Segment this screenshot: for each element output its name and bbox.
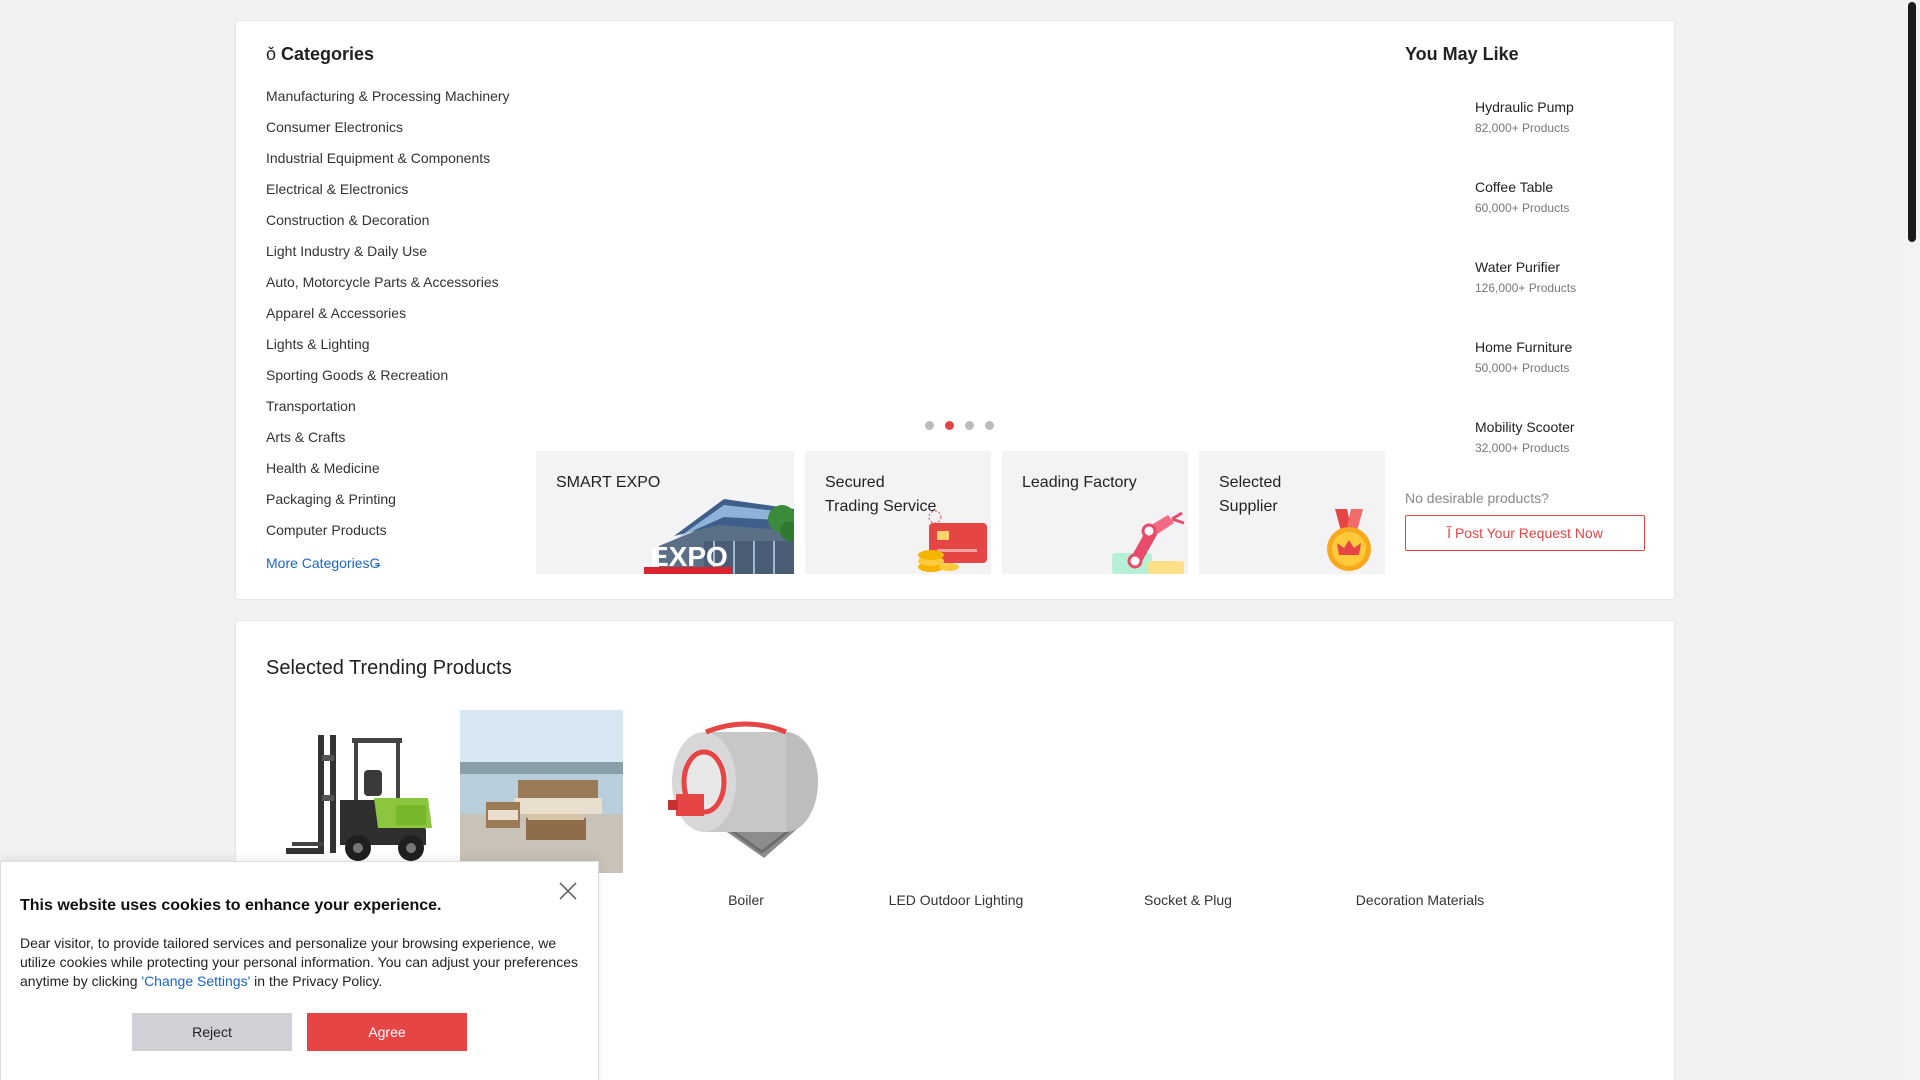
page-scrollbar[interactable]	[1904, 0, 1920, 1080]
recommend-item-coffee-table[interactable]: Coffee Table 60,000+ Products	[1405, 171, 1645, 231]
category-item[interactable]: Light Industry & Daily Use	[266, 243, 510, 274]
category-item[interactable]: Arts & Crafts	[266, 429, 510, 460]
recommend-name: Water Purifier	[1475, 259, 1561, 275]
more-categories-link[interactable]: More CategoriesǤ	[266, 555, 380, 571]
cookie-body-suffix: in the Privacy Policy.	[250, 973, 383, 989]
tile-title: Leading Factory	[1022, 474, 1137, 491]
selected-supplier-tile[interactable]: Selected Supplier	[1199, 451, 1385, 574]
medal-crown-icon	[1327, 509, 1371, 571]
recommend-item-mobility-scooter[interactable]: Mobility Scooter 32,000+ Products	[1405, 411, 1645, 471]
no-desirable-text: No desirable products?	[1405, 490, 1549, 506]
reject-button[interactable]: Reject	[132, 1013, 292, 1051]
category-item[interactable]: Apparel & Accessories	[266, 305, 510, 336]
category-item[interactable]: Consumer Electronics	[266, 119, 510, 150]
expo-badge: EXPO	[650, 541, 728, 572]
category-item[interactable]: Industrial Equipment & Components	[266, 150, 510, 181]
post-request-button[interactable]: Ĩ Post Your Request Now	[1405, 515, 1645, 551]
category-item[interactable]: Construction & Decoration	[266, 212, 510, 243]
category-item[interactable]: Manufacturing & Processing Machinery	[266, 88, 510, 119]
trending-product-name: LED Outdoor Lighting	[888, 892, 1024, 908]
product-thumbnail	[1405, 171, 1465, 231]
category-list: Manufacturing & Processing Machinery Con…	[266, 88, 510, 553]
trending-product-name: Boiler	[728, 892, 764, 908]
cookie-banner: This website uses cookies to enhance you…	[0, 861, 599, 1080]
recommend-name: Mobility Scooter	[1475, 419, 1575, 435]
product-thumbnail	[1405, 331, 1465, 391]
recommend-count: 126,000+ Products	[1475, 281, 1577, 295]
recommend-count: 50,000+ Products	[1475, 361, 1570, 375]
product-thumbnail	[1405, 411, 1465, 471]
carousel-dots	[925, 421, 994, 430]
robot-arm-icon	[1112, 511, 1185, 574]
carousel-dot-3[interactable]	[965, 421, 974, 430]
recommend-count: 60,000+ Products	[1475, 201, 1570, 215]
category-item[interactable]: Computer Products	[266, 522, 510, 553]
product-image-placeholder	[856, 710, 1056, 873]
post-request-label: Post Your Request Now	[1454, 525, 1603, 541]
you-may-like-title: You May Like	[1405, 44, 1519, 64]
credit-card-coins-icon	[918, 510, 987, 572]
recommend-item-hydraulic-pump[interactable]: Hydraulic Pump 82,000+ Products	[1405, 91, 1645, 151]
recommend-item-home-furniture[interactable]: Home Furniture 50,000+ Products	[1405, 331, 1645, 391]
recommend-count: 82,000+ Products	[1475, 121, 1570, 135]
change-settings-link[interactable]: 'Change Settings'	[141, 973, 250, 989]
cookie-title: This website uses cookies to enhance you…	[20, 897, 442, 914]
recommend-count: 32,000+ Products	[1475, 441, 1570, 455]
category-item[interactable]: Packaging & Printing	[266, 491, 510, 522]
recommend-name: Home Furniture	[1475, 339, 1573, 355]
categories-icon: ǒ	[266, 44, 277, 64]
product-thumbnail	[1405, 251, 1465, 311]
recommend-name: Coffee Table	[1475, 179, 1554, 195]
cookie-body: Dear visitor, to provide tailored servic…	[20, 934, 580, 991]
carousel-dot-2[interactable]	[945, 421, 954, 430]
trending-product-name: Socket & Plug	[1144, 892, 1232, 908]
expo-building-icon: EXPO	[644, 499, 794, 574]
agree-button[interactable]: Agree	[307, 1013, 467, 1051]
product-image-placeholder	[1088, 710, 1288, 873]
category-item[interactable]: Auto, Motorcycle Parts & Accessories	[266, 274, 510, 305]
smart-expo-tile[interactable]: SMART EXPO EXPO	[536, 451, 794, 574]
forklift-image	[286, 735, 432, 861]
boiler-image	[668, 721, 818, 858]
scrollbar-thumb[interactable]	[1908, 2, 1916, 242]
post-request-icon: Ĩ	[1447, 525, 1452, 541]
recommend-name: Hydraulic Pump	[1475, 99, 1574, 115]
leading-factory-tile[interactable]: Leading Factory	[1002, 451, 1188, 574]
hero-section: ǒ Categories Manufacturing & Processing …	[235, 20, 1675, 600]
carousel-dot-1[interactable]	[925, 421, 934, 430]
category-item[interactable]: Electrical & Electronics	[266, 181, 510, 212]
product-image-placeholder	[1320, 710, 1520, 873]
category-item[interactable]: Health & Medicine	[266, 460, 510, 491]
carousel-dot-4[interactable]	[985, 421, 994, 430]
close-icon[interactable]	[557, 880, 579, 902]
trending-product-name: Decoration Materials	[1355, 892, 1485, 908]
category-item[interactable]: Sporting Goods & Recreation	[266, 367, 510, 398]
recommend-item-water-purifier[interactable]: Water Purifier 126,000+ Products	[1405, 251, 1645, 311]
category-item[interactable]: Lights & Lighting	[266, 336, 510, 367]
categories-heading: ǒ Categories	[266, 44, 374, 65]
secured-trading-tile[interactable]: Secured Trading Service	[805, 451, 991, 574]
categories-title: Categories	[281, 44, 375, 64]
outdoor-furniture-image	[460, 710, 623, 873]
trending-title: Selected Trending Products	[266, 657, 512, 679]
category-item[interactable]: Transportation	[266, 398, 510, 429]
tile-title: Selected Supplier	[1219, 474, 1282, 515]
product-thumbnail	[1405, 91, 1465, 151]
